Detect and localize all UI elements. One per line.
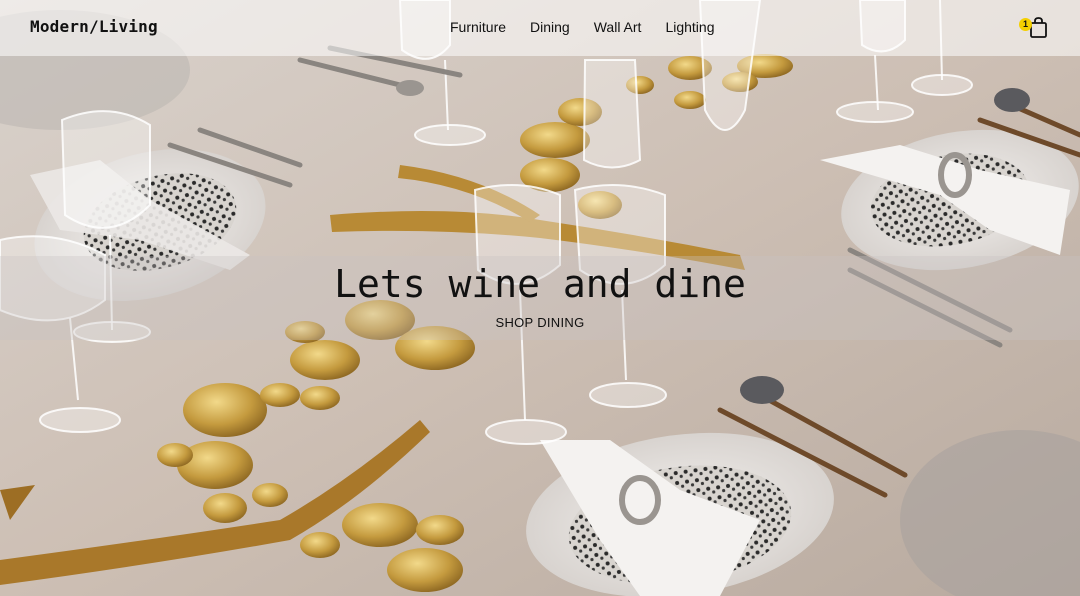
cart-button[interactable]: 1 (1018, 14, 1052, 42)
nav-link-wall-art[interactable]: Wall Art (594, 19, 642, 35)
nav-link-furniture[interactable]: Furniture (450, 19, 506, 35)
hero-headline: Lets wine and dine (334, 262, 746, 306)
site-logo[interactable]: Modern/Living (30, 17, 158, 36)
hero-cta-wrapper: SHOP DINING (0, 314, 1080, 332)
cart-count-badge: 1 (1019, 18, 1032, 31)
top-navbar: Modern/Living Furniture Dining Wall Art … (0, 0, 1080, 56)
nav-link-lighting[interactable]: Lighting (665, 19, 714, 35)
shop-dining-link[interactable]: SHOP DINING (495, 315, 584, 330)
main-nav: Furniture Dining Wall Art Lighting (450, 19, 715, 35)
nav-link-dining[interactable]: Dining (530, 19, 570, 35)
